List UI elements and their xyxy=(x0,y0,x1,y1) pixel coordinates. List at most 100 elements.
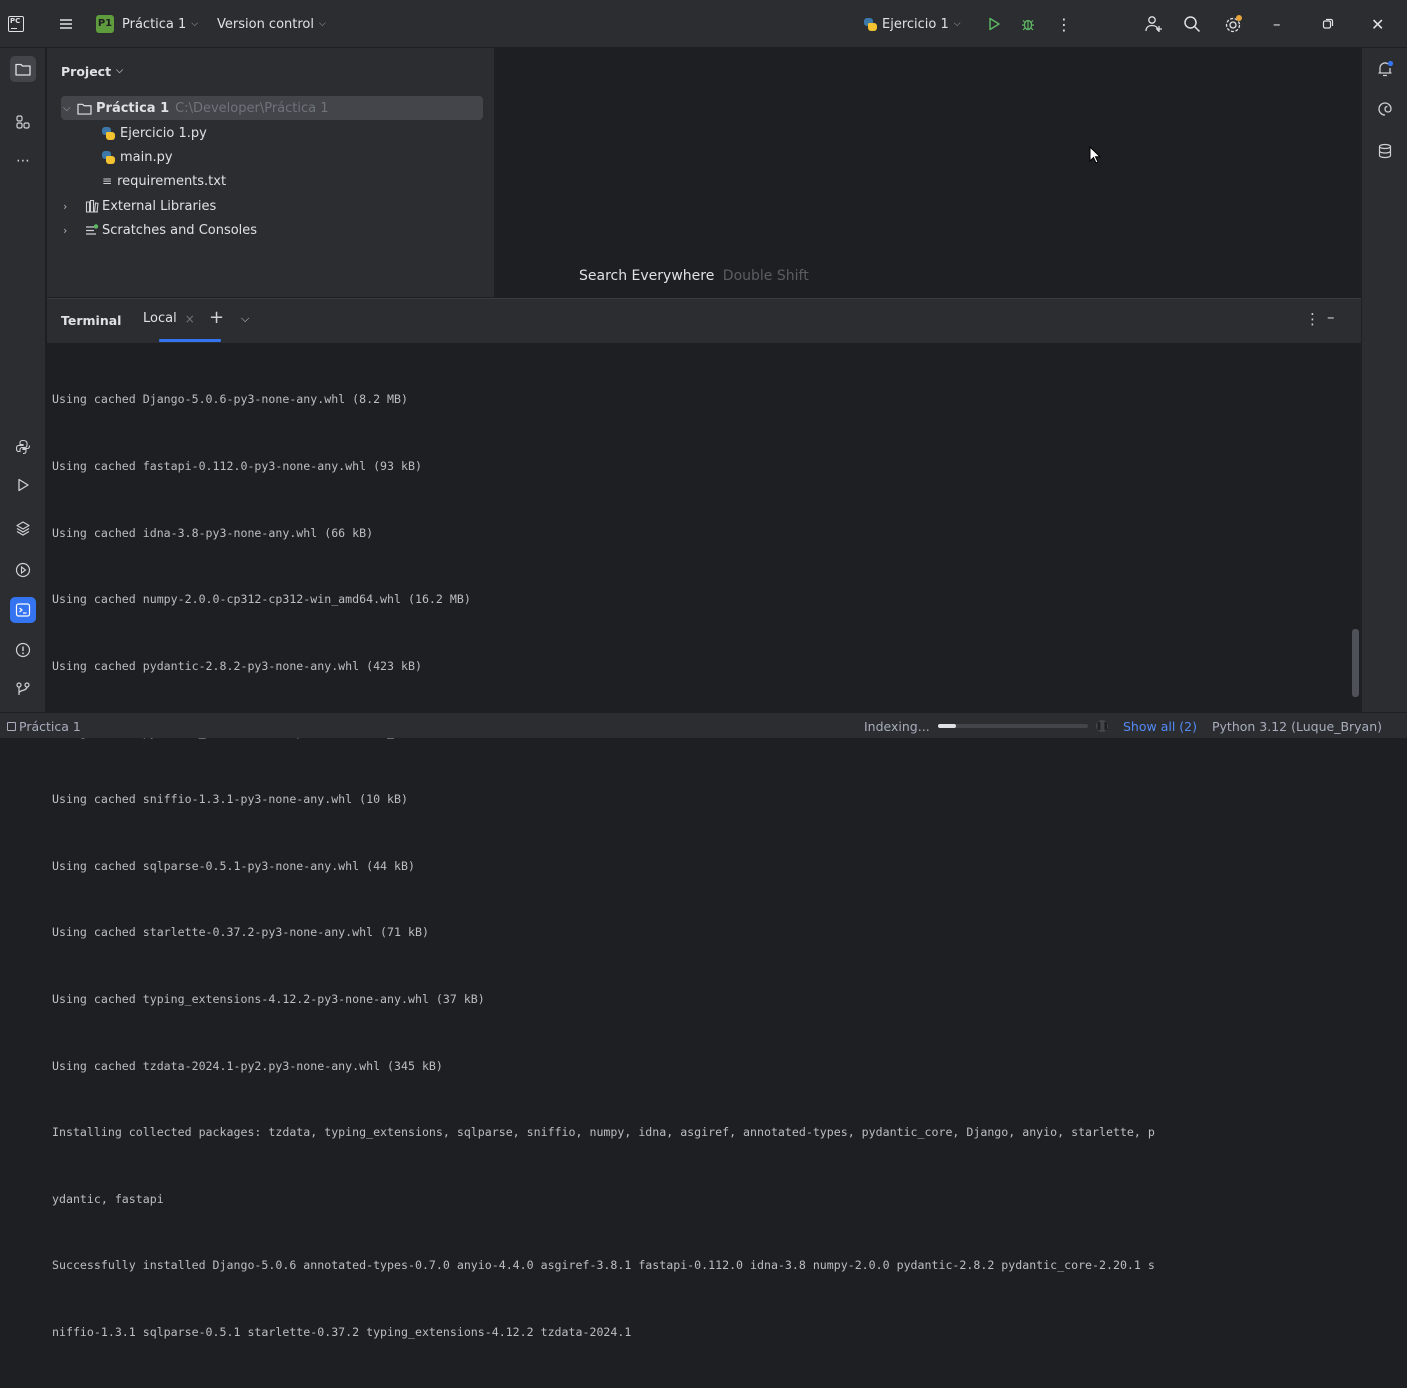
project-view-selector[interactable]: Project ⌵ xyxy=(61,59,123,83)
search-icon[interactable] xyxy=(1183,0,1201,48)
indexing-label: Indexing... xyxy=(864,718,930,734)
chevron-down-icon: ⌵ xyxy=(191,19,199,29)
tab-local-label: Local xyxy=(143,311,177,326)
file-name: Ejercicio 1.py xyxy=(120,125,207,141)
services-icon[interactable] xyxy=(10,557,36,583)
tab-local[interactable]: Local × xyxy=(143,311,195,326)
version-control-menu[interactable]: Version control ⌵ xyxy=(217,0,326,48)
close-tab-icon[interactable]: × xyxy=(185,312,195,326)
indexing-status[interactable]: Indexing... ❚❚ xyxy=(864,713,1109,739)
run-config-label: Ejercicio 1 xyxy=(882,16,949,32)
close-icon[interactable]: ✕ xyxy=(1371,0,1384,48)
project-selector[interactable]: P1 Práctica 1 ⌵ xyxy=(96,0,198,48)
terminal-line: Using cached sqlparse-0.5.1-py3-none-any… xyxy=(52,858,415,873)
python-packages-icon[interactable] xyxy=(10,434,36,460)
hint-shortcut: Double Shift xyxy=(722,268,809,284)
python-icon xyxy=(864,17,877,31)
title-bar: PC P1 Práctica 1 ⌵ Version control ⌵ Eje… xyxy=(0,0,1407,48)
python-file-icon xyxy=(102,126,115,140)
terminal-output[interactable]: Using cached Django-5.0.6-py3-none-any.w… xyxy=(52,344,1155,1388)
project-panel-title: Project xyxy=(61,63,112,79)
more-options-icon[interactable]: ⋮ xyxy=(1056,0,1072,48)
run-button[interactable] xyxy=(986,0,1002,48)
root-name: Práctica 1 xyxy=(96,100,170,116)
ai-assistant-spiral-icon[interactable] xyxy=(1372,96,1398,122)
app-icon[interactable]: PC xyxy=(8,16,24,32)
left-tool-strip: ⋯ xyxy=(0,48,46,712)
terminal-line: Successfully installed Django-5.0.6 anno… xyxy=(52,1258,1155,1273)
terminal-scrollbar[interactable] xyxy=(1352,629,1359,697)
problems-icon[interactable] xyxy=(10,637,36,663)
terminal-line: Using cached starlette-0.37.2-py3-none-a… xyxy=(52,925,429,940)
terminal-title: Terminal xyxy=(61,313,122,328)
debug-button[interactable] xyxy=(1020,0,1036,48)
search-everywhere-hint: Search Everywhere Double Shift xyxy=(579,268,809,284)
structure-icon[interactable] xyxy=(10,109,36,135)
terminal-line: niffio-1.3.1 sqlparse-0.5.1 starlette-0.… xyxy=(52,1324,632,1339)
tree-item-root[interactable]: ⌵ Práctica 1 C:\Developer\Práctica 1 xyxy=(63,96,329,120)
run-icon xyxy=(989,17,1000,31)
terminal-line: Using cached sniffio-1.3.1-py3-none-any.… xyxy=(52,792,408,807)
project-panel: Project ⌵ ⌵ Práctica 1 C:\Developer\Prác… xyxy=(47,48,495,297)
run-tool-icon[interactable] xyxy=(10,472,36,498)
chevron-down-icon[interactable]: ⌵ xyxy=(241,312,249,326)
tree-item-file[interactable]: ≡ requirements.txt xyxy=(102,169,226,193)
project-name: Práctica 1 xyxy=(122,16,187,32)
scratches-icon xyxy=(86,224,99,235)
terminal-line: ydantic, fastapi xyxy=(52,1191,164,1206)
restore-window-icon[interactable] xyxy=(1322,0,1334,48)
text-file-icon: ≡ xyxy=(102,174,113,188)
minimize-icon[interactable]: – xyxy=(1273,0,1281,48)
tree-item-scratches[interactable]: › Scratches and Consoles xyxy=(63,218,257,242)
scratches-label: Scratches and Consoles xyxy=(102,222,258,238)
terminal-line: Using cached fastapi-0.112.0-py3-none-an… xyxy=(52,459,422,474)
python-interpreter[interactable]: Python 3.12 (Luque_Bryan) xyxy=(1212,713,1382,739)
terminal-line: Using cached typing_extensions-4.12.2-py… xyxy=(52,991,485,1006)
terminal-line: Using cached Django-5.0.6-py3-none-any.w… xyxy=(52,392,408,407)
status-project-breadcrumb[interactable]: Práctica 1 xyxy=(7,713,81,739)
notifications-bell-icon[interactable] xyxy=(1372,56,1398,82)
editor-area[interactable]: Search Everywhere Double Shift xyxy=(496,48,1361,297)
module-icon xyxy=(7,721,16,731)
chevron-down-icon: ⌵ xyxy=(953,19,961,29)
terminal-line: Installing collected packages: tzdata, t… xyxy=(52,1125,1155,1140)
layers-icon[interactable] xyxy=(10,515,36,541)
terminal-options-icon[interactable]: ⋮ xyxy=(1305,310,1320,328)
terminal-header: Terminal Local × + ⌵ ⋮ – xyxy=(47,299,1361,343)
chevron-down-icon: ⌵ xyxy=(319,19,326,29)
library-icon xyxy=(85,199,99,213)
main-menu-icon[interactable] xyxy=(58,0,74,48)
indexing-progress-fill xyxy=(937,724,956,728)
chevron-right-icon[interactable]: › xyxy=(63,224,85,237)
terminal-tool-icon[interactable] xyxy=(10,597,36,623)
chevron-down-icon[interactable]: ⌵ xyxy=(63,103,77,114)
tree-item-external-libraries[interactable]: › External Libraries xyxy=(63,194,216,218)
project-folder-icon[interactable] xyxy=(10,56,36,82)
run-config-selector[interactable]: Ejercicio 1 ⌵ xyxy=(864,0,961,48)
code-with-me-icon[interactable] xyxy=(1144,0,1164,48)
file-name: requirements.txt xyxy=(117,173,227,189)
terminal-line: Using cached numpy-2.0.0-cp312-cp312-win… xyxy=(52,592,471,607)
terminal-panel: Terminal Local × + ⌵ ⋮ – Using cached Dj… xyxy=(47,298,1361,1339)
file-name: main.py xyxy=(120,149,173,165)
chevron-right-icon[interactable]: › xyxy=(63,200,85,213)
tree-item-file[interactable]: main.py xyxy=(102,145,173,169)
project-badge: P1 xyxy=(96,15,114,33)
debug-bug-icon xyxy=(1022,19,1034,31)
pause-icon[interactable]: ❚❚ xyxy=(1095,720,1109,732)
active-tab-underline xyxy=(159,339,221,342)
tree-item-file[interactable]: Ejercicio 1.py xyxy=(102,121,207,145)
terminal-line: Using cached pydantic-2.8.2-py3-none-any… xyxy=(52,658,422,673)
mouse-cursor-icon xyxy=(1089,146,1101,164)
new-tab-plus-icon[interactable]: + xyxy=(209,307,224,328)
database-icon[interactable] xyxy=(1372,138,1398,164)
settings-gear-icon[interactable] xyxy=(1224,0,1244,48)
terminal-line: Using cached tzdata-2024.1-py2.py3-none-… xyxy=(52,1058,443,1073)
chevron-down-icon: ⌵ xyxy=(116,66,123,76)
hide-panel-icon[interactable]: – xyxy=(1327,308,1335,326)
terminal-line: Using cached idna-3.8-py3-none-any.whl (… xyxy=(52,525,374,540)
show-all-link[interactable]: Show all (2) xyxy=(1123,713,1197,739)
git-branch-icon[interactable] xyxy=(10,676,36,702)
status-project-name: Práctica 1 xyxy=(19,718,81,734)
more-tools-icon[interactable]: ⋯ xyxy=(10,148,36,174)
